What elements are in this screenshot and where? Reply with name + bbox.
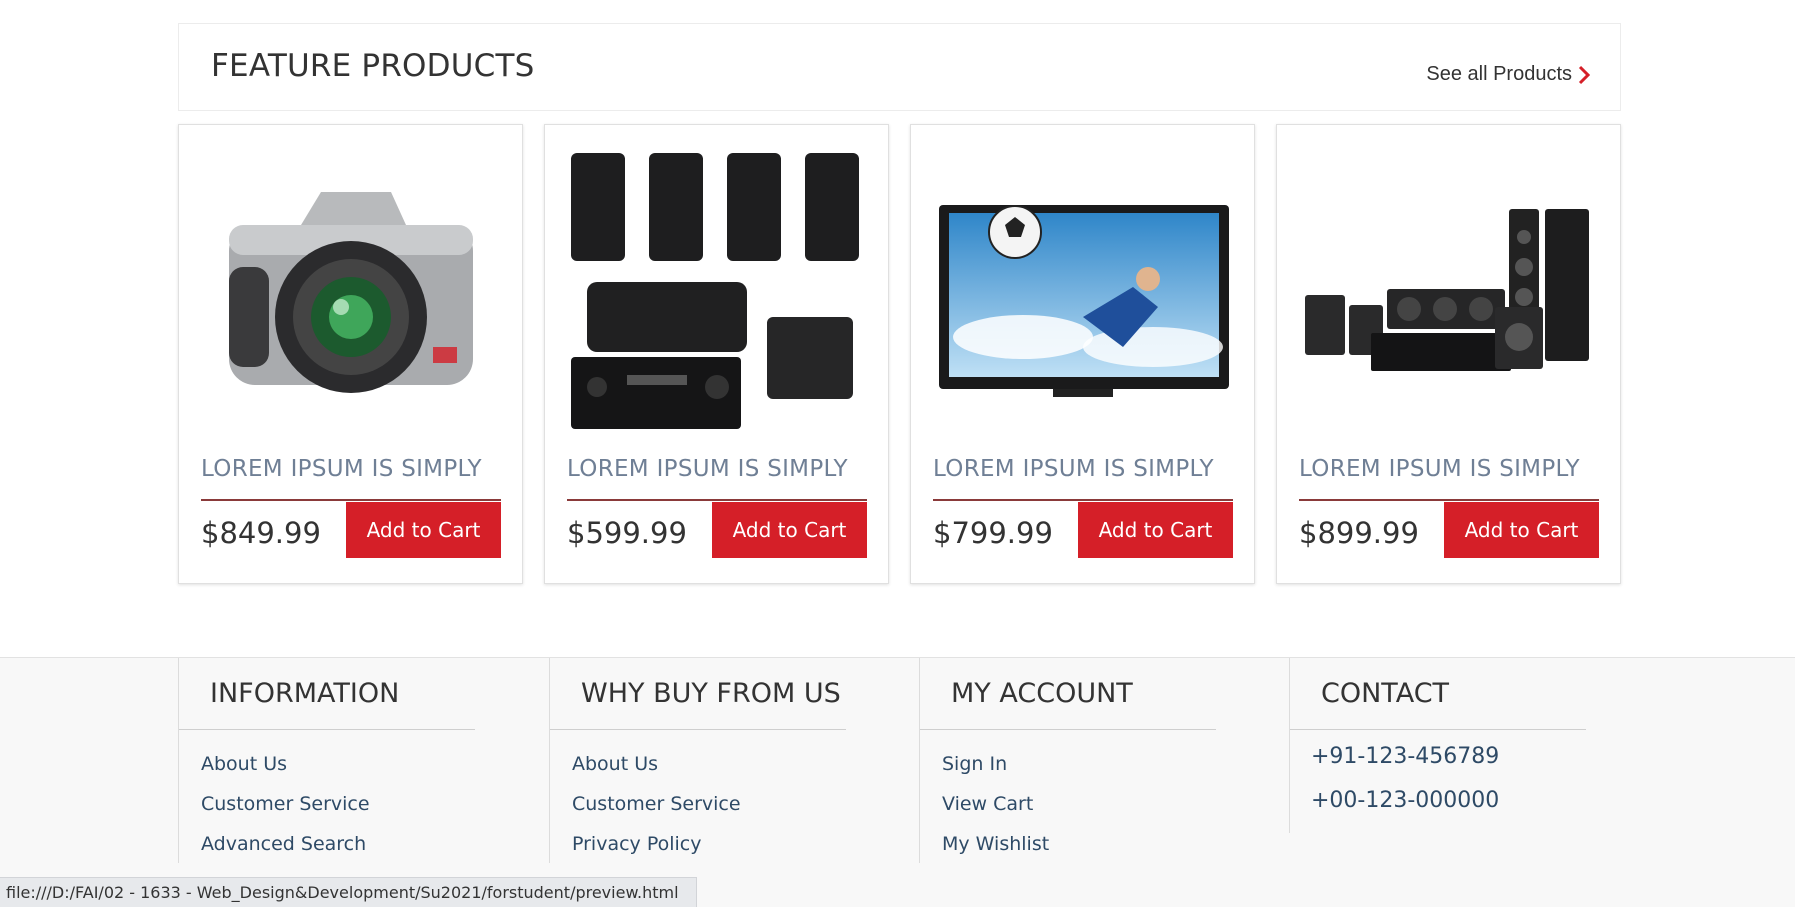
footer-divider xyxy=(1290,729,1586,730)
feature-title: FEATURE PRODUCTS xyxy=(211,48,535,84)
chevron-right-icon xyxy=(1578,65,1590,84)
product-name[interactable]: LOREM IPSUM IS SIMPLY xyxy=(933,456,1233,482)
speakers-image[interactable] xyxy=(567,147,867,447)
footer-my-account: MY ACCOUNT Sign In View Cart My Wishlist xyxy=(919,658,1289,863)
product-price: $849.99 xyxy=(201,516,321,550)
television-image[interactable] xyxy=(933,147,1233,447)
home-theater-image[interactable] xyxy=(1299,147,1599,447)
see-all-products-link[interactable]: See all Products xyxy=(1426,63,1590,86)
footer-link-my-wishlist[interactable]: My Wishlist xyxy=(942,833,1049,873)
product-grid: LOREM IPSUM IS SIMPLY $849.99 Add to Car… xyxy=(178,124,1621,584)
add-to-cart-button[interactable]: Add to Cart xyxy=(712,502,867,558)
footer-link-customer-service[interactable]: Customer Service xyxy=(572,793,741,833)
see-all-label: See all Products xyxy=(1426,63,1572,85)
product-divider xyxy=(933,499,1233,501)
footer-information: INFORMATION About Us Customer Service Ad… xyxy=(178,658,548,863)
footer-divider xyxy=(179,729,475,730)
footer-link-privacy-policy[interactable]: Privacy Policy xyxy=(572,833,741,873)
footer-divider xyxy=(920,729,1216,730)
browser-status-bar: file:///D:/FAI/02 - 1633 - Web_Design&De… xyxy=(0,877,697,907)
product-card[interactable]: LOREM IPSUM IS SIMPLY $799.99 Add to Car… xyxy=(910,124,1255,584)
product-name[interactable]: LOREM IPSUM IS SIMPLY xyxy=(567,456,867,482)
footer-link-about-us[interactable]: About Us xyxy=(572,753,741,793)
product-divider xyxy=(201,499,501,501)
product-name[interactable]: LOREM IPSUM IS SIMPLY xyxy=(1299,456,1599,482)
product-price: $599.99 xyxy=(567,516,687,550)
product-card[interactable]: LOREM IPSUM IS SIMPLY $599.99 Add to Car… xyxy=(544,124,889,584)
product-card[interactable]: LOREM IPSUM IS SIMPLY $849.99 Add to Car… xyxy=(178,124,523,584)
product-divider xyxy=(1299,499,1599,501)
footer-heading: WHY BUY FROM US xyxy=(581,678,841,709)
footer-link-customer-service[interactable]: Customer Service xyxy=(201,793,370,833)
product-price: $899.99 xyxy=(1299,516,1419,550)
product-price: $799.99 xyxy=(933,516,1053,550)
footer-link-about-us[interactable]: About Us xyxy=(201,753,370,793)
footer-link-sign-in[interactable]: Sign In xyxy=(942,753,1049,793)
footer-link-view-cart[interactable]: View Cart xyxy=(942,793,1049,833)
footer: INFORMATION About Us Customer Service Ad… xyxy=(0,657,1795,907)
product-divider xyxy=(567,499,867,501)
footer-heading: INFORMATION xyxy=(210,678,400,709)
add-to-cart-button[interactable]: Add to Cart xyxy=(346,502,501,558)
footer-link-advanced-search[interactable]: Advanced Search xyxy=(201,833,370,873)
footer-why-buy: WHY BUY FROM US About Us Customer Servic… xyxy=(549,658,919,863)
add-to-cart-button[interactable]: Add to Cart xyxy=(1444,502,1599,558)
contact-phone: +91-123-456789 xyxy=(1311,744,1500,769)
contact-phone: +00-123-000000 xyxy=(1311,788,1500,813)
product-card[interactable]: LOREM IPSUM IS SIMPLY $899.99 Add to Car… xyxy=(1276,124,1621,584)
footer-heading: CONTACT xyxy=(1321,678,1450,709)
feature-header: FEATURE PRODUCTS See all Products xyxy=(178,23,1621,111)
camera-image[interactable] xyxy=(201,147,501,447)
product-name[interactable]: LOREM IPSUM IS SIMPLY xyxy=(201,456,501,482)
footer-contact: CONTACT +91-123-456789 +00-123-000000 xyxy=(1289,658,1659,833)
add-to-cart-button[interactable]: Add to Cart xyxy=(1078,502,1233,558)
footer-divider xyxy=(550,729,846,730)
footer-heading: MY ACCOUNT xyxy=(951,678,1133,709)
